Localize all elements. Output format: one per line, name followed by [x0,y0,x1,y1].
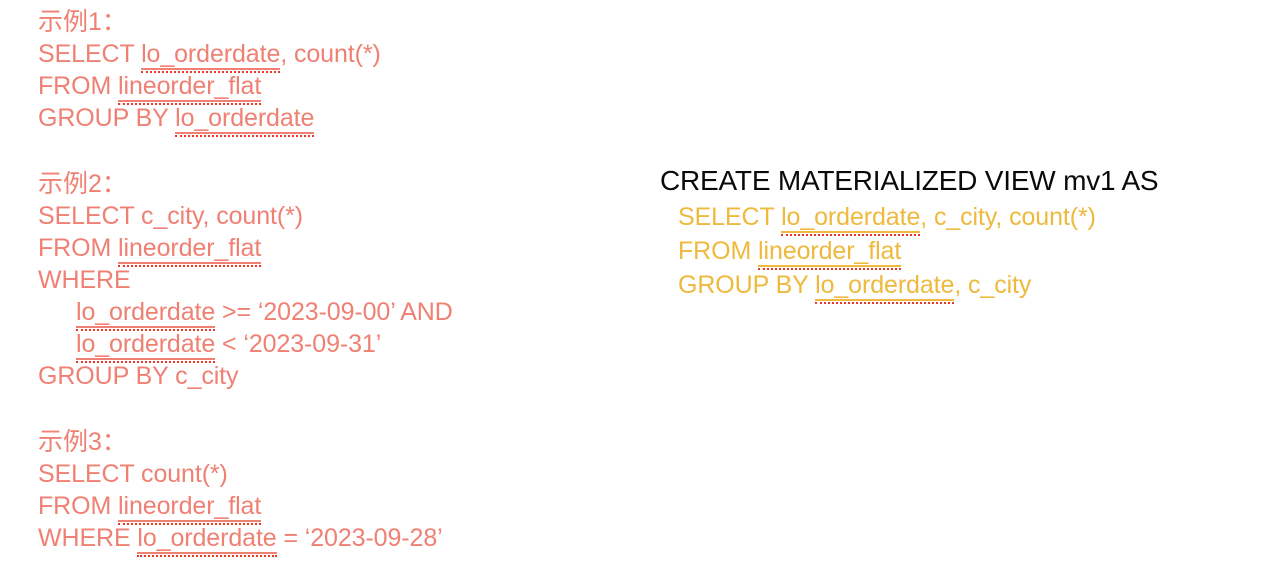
sql-line: WHERE [38,264,598,296]
sql-line: FROM lineorder_flat [660,234,1274,270]
sql-keyword-text: , c_city, count(*) [920,203,1096,231]
sql-identifier: lo_orderdate [76,298,216,331]
example-block-3: 示例3： SELECT count(*) FROM lineorder_flat WH… [38,426,598,557]
sql-identifier: lo_orderdate [141,40,281,73]
sql-keyword-text: FROM [38,72,119,100]
sql-identifier: lineorder_flat [758,237,902,270]
sql-identifier: lo_orderdate [76,330,216,363]
sql-keyword-text: GROUP BY c_city [38,362,239,390]
sql-line: FROM lineorder_flat [38,232,598,267]
sql-keyword-text: SELECT c_city, count(*) [38,202,303,230]
sql-line: GROUP BY lo_orderdate, c_city [660,268,1274,304]
sql-keyword-text: < ‘2023-09-31’ [215,330,382,358]
sql-identifier: lo_orderdate [175,104,315,137]
sql-identifier: lo_orderdate [137,524,277,557]
materialized-view-body: SELECT lo_orderdate, c_city, count(*) FRO… [660,200,1274,304]
example-block-1: 示例1： SELECT lo_orderdate, count(*) FROM li… [38,6,598,137]
materialized-view-column: CREATE MATERIALIZED VIEW mv1 AS SELECT l… [660,162,1274,304]
sql-keyword-text: >= ‘2023-09-00’ AND [215,298,453,326]
example-heading: 示例1： [38,8,127,36]
sql-keyword-text: FROM [38,234,119,262]
materialized-view-title: CREATE MATERIALIZED VIEW mv1 AS [660,165,1159,196]
sql-keyword-text: SELECT count(*) [38,460,228,488]
sql-identifier: lineorder_flat [118,492,262,525]
sql-identifier: lineorder_flat [118,72,262,105]
sql-line: SELECT lo_orderdate, c_city, count(*) [660,200,1274,236]
sql-line: FROM lineorder_flat [38,490,598,525]
sql-line: GROUP BY lo_orderdate [38,102,598,137]
sql-keyword-text: , count(*) [280,40,381,68]
sql-keyword-text: GROUP BY [678,271,816,299]
sql-keyword-text: SELECT [678,203,782,231]
sql-line: GROUP BY c_city [38,360,598,392]
sql-identifier: lo_orderdate [781,203,921,236]
sql-line: FROM lineorder_flat [38,70,598,105]
sql-keyword-text: FROM [678,237,759,265]
example-heading: 示例2： [38,170,127,198]
sql-line: SELECT lo_orderdate, count(*) [38,38,598,73]
sql-line: WHERE lo_orderdate = ‘2023-09-28’ [38,522,598,557]
sql-identifier: lineorder_flat [118,234,262,267]
sql-keyword-text: GROUP BY [38,104,176,132]
sql-keyword-text: WHERE [38,524,138,552]
example-heading: 示例3： [38,428,127,456]
sql-keyword-text: = ‘2023-09-28’ [276,524,443,552]
example-block-2: 示例2： SELECT c_city, count(*) FROM lineorde… [38,168,598,392]
sql-line: SELECT count(*) [38,458,598,490]
sql-keyword-text: , c_city [954,271,1032,299]
sql-line: lo_orderdate >= ‘2023-09-00’ AND [38,296,598,331]
sql-keyword-text: SELECT [38,40,142,68]
sql-line: lo_orderdate < ‘2023-09-31’ [38,328,598,363]
query-examples-column: 示例1： SELECT lo_orderdate, count(*) FROM li… [38,6,598,557]
sql-keyword-text: FROM [38,492,119,520]
sql-identifier: lo_orderdate [815,271,955,304]
slide-canvas: 示例1： SELECT lo_orderdate, count(*) FROM li… [0,0,1280,583]
sql-keyword-text: WHERE [38,266,131,294]
sql-line: SELECT c_city, count(*) [38,200,598,232]
